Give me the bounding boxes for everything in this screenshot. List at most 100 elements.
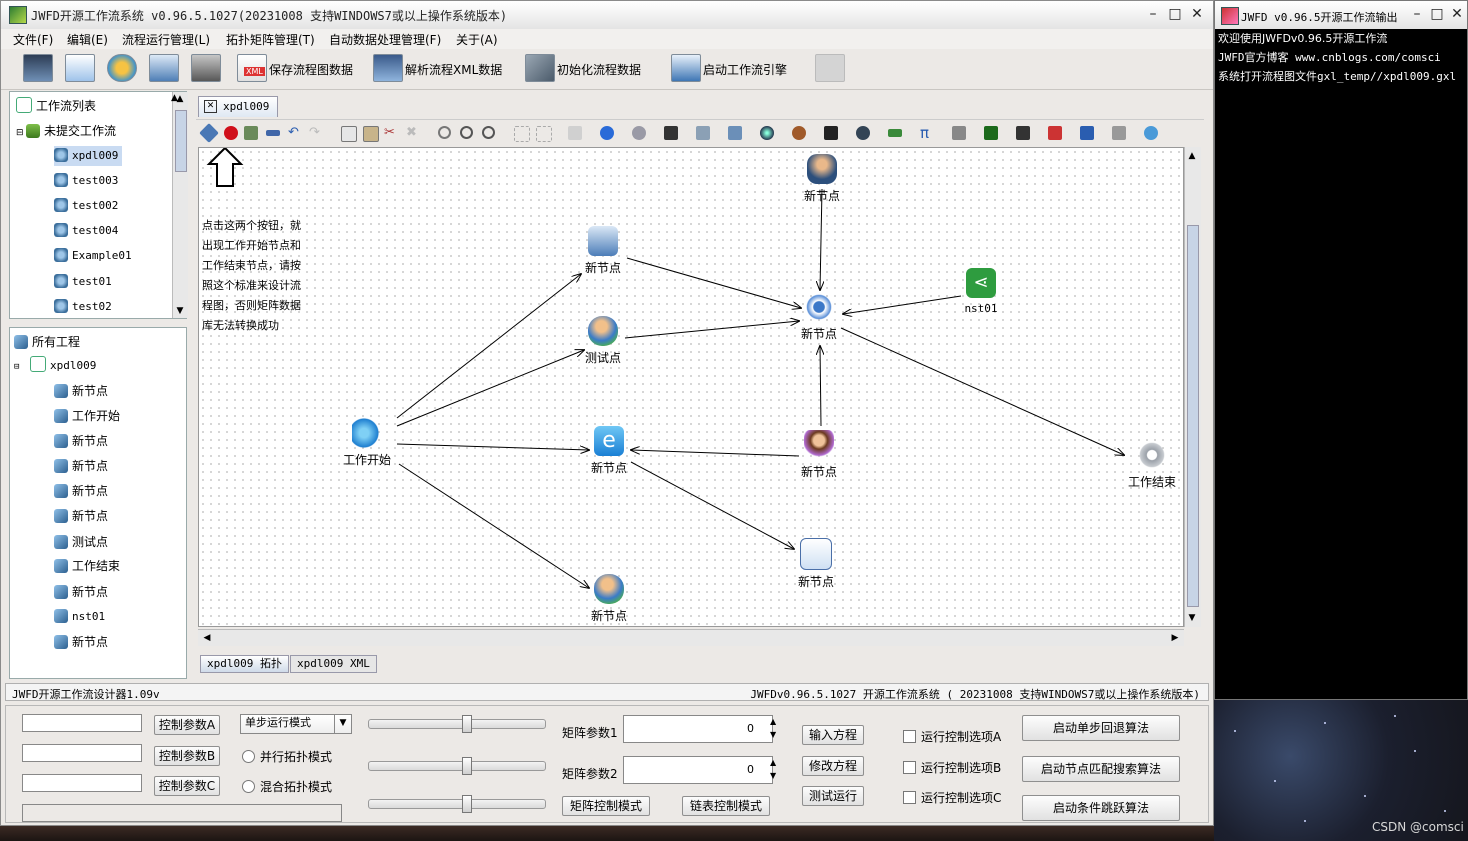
console-maximize-button[interactable]: □ (1427, 5, 1447, 23)
connect-icon[interactable] (266, 130, 280, 136)
list-item[interactable]: 新节点 (54, 481, 108, 501)
scroll-down-icon[interactable]: ▼ (1185, 611, 1199, 625)
tools-icon[interactable] (525, 54, 555, 82)
add-end-node-icon[interactable] (224, 126, 238, 140)
slider-3[interactable] (368, 795, 546, 813)
list-item[interactable]: test004 (54, 221, 118, 241)
test-run-button[interactable]: 测试运行 (802, 786, 864, 806)
option-c-checkbox[interactable]: 运行控制选项C (903, 789, 1001, 806)
menu-topology[interactable]: 拓扑矩阵管理(T) (226, 31, 315, 48)
list-item[interactable]: 新节点 (54, 632, 108, 652)
refresh-icon[interactable] (1144, 126, 1158, 140)
user-icon[interactable] (792, 126, 806, 140)
slider-2[interactable] (368, 757, 546, 775)
node-test[interactable]: 测试点 (575, 316, 631, 366)
chevron-down-icon[interactable]: ▼ (334, 715, 351, 733)
console-close-button[interactable]: ✕ (1447, 5, 1467, 23)
collapse-arrow-up-icon[interactable]: ▲ (171, 93, 178, 103)
list-item[interactable]: test002 (54, 196, 118, 216)
xml-icon[interactable]: XML (237, 54, 267, 82)
device-icon[interactable] (191, 54, 221, 82)
list-item[interactable]: test003 (54, 171, 118, 191)
display-icon[interactable] (824, 126, 838, 140)
algo-node-match-button[interactable]: 启动节点匹配搜索算法 (1022, 756, 1180, 782)
book-icon[interactable] (1080, 126, 1094, 140)
scroll-thumb[interactable] (175, 110, 187, 172)
console-minimize-button[interactable]: – (1407, 5, 1427, 23)
add-start-node-icon[interactable] (199, 123, 219, 143)
param-a-button[interactable]: 控制参数A (154, 715, 220, 735)
monitor-chart-icon[interactable] (23, 54, 53, 82)
close-icon[interactable]: ✕ (204, 100, 217, 113)
undo-icon[interactable]: ↶ (288, 126, 302, 140)
checkbox-icon[interactable] (903, 730, 916, 743)
matrix-mode-button[interactable]: 矩阵控制模式 (562, 796, 650, 816)
list-item[interactable]: xpdl009 (54, 146, 123, 166)
spinner-arrows-icon[interactable]: ▲ ▼ (770, 715, 776, 741)
tree-project-root[interactable]: ⊟ xpdl009 (14, 356, 96, 376)
list-item[interactable]: nst01 (54, 607, 105, 627)
save-xml-button[interactable]: 保存流程图数据 (269, 61, 353, 78)
node-hub[interactable]: 新节点 (791, 292, 847, 342)
dna-icon[interactable] (244, 126, 258, 140)
canvas-vertical-scrollbar[interactable]: ▲ ▼ (1184, 147, 1201, 627)
tree-group-uncommitted[interactable]: ⊟ 未提交工作流 (16, 121, 116, 141)
scroll-left-icon[interactable]: ◀ (200, 631, 214, 645)
engine-monitor-icon[interactable] (671, 54, 701, 82)
init-flow-button[interactable]: 初始化流程数据 (557, 61, 641, 78)
node-end[interactable]: 工作结束 (1121, 440, 1183, 490)
maximize-button[interactable]: □ (1165, 5, 1185, 23)
list-mode-button[interactable]: 链表控制模式 (682, 796, 770, 816)
close-button[interactable]: ✕ (1187, 5, 1207, 23)
node-computer[interactable]: 新节点 (575, 226, 631, 276)
menu-edit[interactable]: 编辑(E) (67, 31, 108, 48)
window-icon[interactable] (65, 54, 95, 82)
param-b-input[interactable] (22, 744, 142, 762)
zoom-out-icon[interactable] (482, 126, 495, 139)
matrix-param1-spinner[interactable]: 0 (623, 715, 773, 743)
param-b-button[interactable]: 控制参数B (154, 746, 220, 766)
tab-topology[interactable]: xpdl009 拓扑 (200, 655, 289, 673)
canvas-horizontal-scrollbar[interactable]: ◀ ▶ (198, 629, 1184, 646)
param-a-input[interactable] (22, 714, 142, 732)
globe-folder-icon[interactable] (107, 54, 137, 82)
matrix-param2-spinner[interactable]: 0 (623, 756, 773, 784)
algo-conditional-jump-button[interactable]: 启动条件跳跃算法 (1022, 795, 1180, 821)
checkbox-icon[interactable] (903, 761, 916, 774)
tools-small-icon[interactable] (696, 126, 710, 140)
list-item[interactable]: test01 (54, 272, 112, 292)
camera-icon[interactable] (1016, 126, 1030, 140)
disc-icon[interactable] (856, 126, 870, 140)
list-item[interactable]: 新节点 (54, 456, 108, 476)
list-item[interactable]: 测试点 (54, 532, 108, 552)
copy-icon[interactable] (341, 126, 357, 142)
keyboard-icon[interactable] (664, 126, 678, 140)
upload-icon[interactable] (1048, 126, 1062, 140)
run-mode-select[interactable]: 单步运行模式 ▼ (240, 714, 352, 734)
slider-thumb[interactable] (461, 757, 472, 775)
zoom-in-icon[interactable] (460, 126, 473, 139)
menu-about[interactable]: 关于(A) (456, 31, 498, 48)
list-item[interactable]: test02 (54, 297, 112, 317)
circuit-board-icon[interactable] (373, 54, 403, 82)
tab-xml[interactable]: xpdl009 XML (290, 655, 377, 673)
checkbox-icon[interactable] (903, 791, 916, 804)
globe-icon[interactable] (760, 126, 774, 140)
list-item[interactable]: 工作开始 (54, 406, 120, 426)
start-engine-button[interactable]: 启动工作流引擎 (703, 61, 787, 78)
scroll-right-icon[interactable]: ▶ (1168, 631, 1182, 645)
chip-icon[interactable] (984, 126, 998, 140)
workflow-list-scrollbar[interactable]: ▲ ▼ (172, 92, 188, 318)
cut-icon[interactable]: ✂ (384, 126, 398, 140)
input-equation-button[interactable]: 输入方程 (802, 725, 864, 745)
mixed-radio[interactable]: 混合拓扑模式 (242, 778, 332, 795)
list-item[interactable]: 新节点 (54, 582, 108, 602)
parallel-radio[interactable]: 并行拓扑模式 (242, 748, 332, 765)
node-nst01[interactable]: ⋖ nst01 (953, 268, 1009, 315)
monitor-icon[interactable] (728, 126, 742, 140)
list-item[interactable]: 新节点 (54, 431, 108, 451)
printer-icon[interactable] (952, 126, 966, 140)
option-a-checkbox[interactable]: 运行控制选项A (903, 728, 1001, 745)
menu-file[interactable]: 文件(F) (13, 31, 53, 48)
zoom-icon[interactable] (438, 126, 451, 139)
